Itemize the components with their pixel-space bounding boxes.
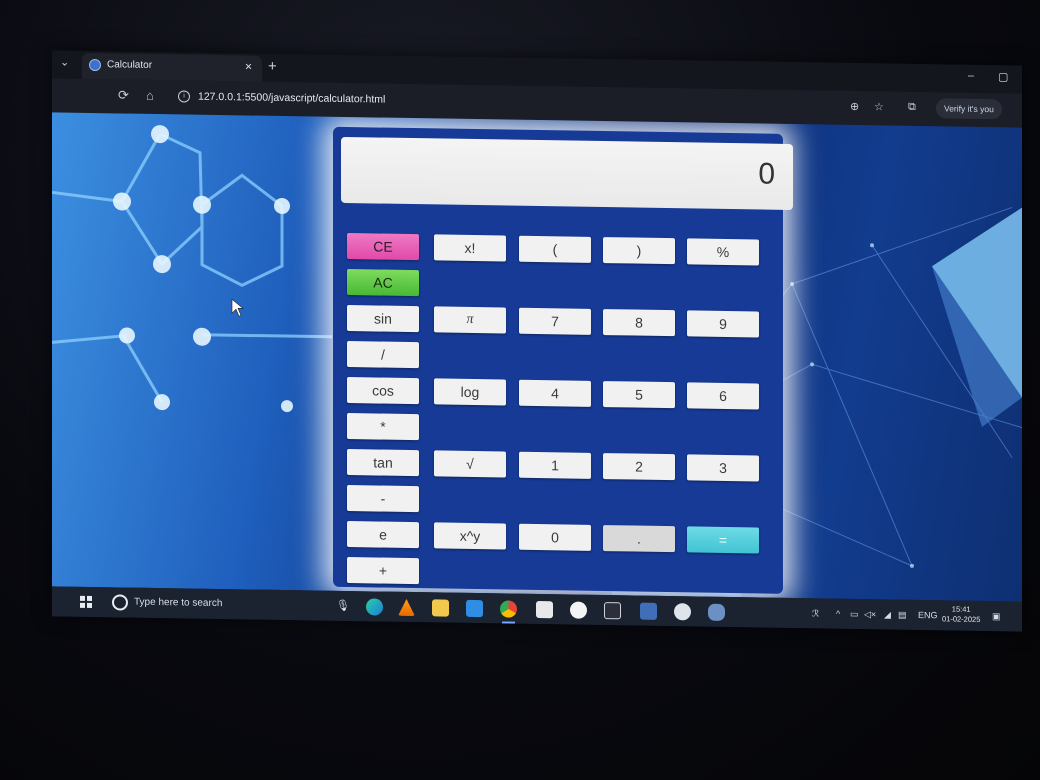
terminal-icon[interactable] (604, 602, 621, 620)
zero-button[interactable]: 0 (519, 523, 591, 551)
home-icon[interactable]: ⌂ (146, 88, 154, 103)
one-button[interactable]: 1 (519, 451, 591, 479)
vscode-icon[interactable] (466, 599, 483, 618)
site-info-icon[interactable]: i (178, 90, 190, 103)
five-button[interactable]: 5 (603, 381, 675, 409)
eight-button[interactable]: 8 (603, 309, 675, 337)
maximize-button[interactable]: ▢ (998, 70, 1008, 83)
minimize-button[interactable]: – (968, 70, 974, 82)
tab-calculator[interactable]: Calculator × (82, 52, 262, 82)
tab-close-button[interactable]: × (245, 59, 252, 73)
notifications-icon[interactable]: ▣ (992, 611, 1001, 622)
windows-start-icon[interactable] (80, 595, 92, 609)
verify-button[interactable]: Verify it's you (936, 98, 1002, 120)
file-explorer-icon[interactable] (432, 599, 449, 617)
github-icon[interactable] (570, 601, 587, 619)
nine-button[interactable]: 9 (687, 310, 759, 338)
zoom-icon[interactable]: ⊕ (850, 100, 859, 113)
edge-icon[interactable] (366, 598, 383, 616)
percent-button[interactable]: % (687, 238, 759, 266)
store-icon[interactable] (536, 600, 553, 619)
divide-button[interactable]: / (347, 341, 419, 369)
page-background: 0 CE x! ( ) % AC sin π 7 8 9 / cos log 4… (52, 112, 1022, 602)
screen: ⌄ Calculator × + – ▢ ✕ ⟳ ⌂ i 127.0.0.1:5… (52, 50, 1022, 632)
url-text[interactable]: 127.0.0.1:5500/javascript/calculator.htm… (198, 91, 385, 106)
minus-button[interactable]: - (347, 485, 419, 513)
plus-button[interactable]: + (347, 557, 419, 585)
three-button[interactable]: 3 (687, 454, 759, 482)
left-paren-button[interactable]: ( (519, 235, 591, 263)
pi-button[interactable]: π (434, 306, 506, 334)
ce-button[interactable]: CE (347, 233, 419, 261)
cos-button[interactable]: cos (347, 377, 419, 405)
extensions-icon[interactable]: ⧉ (908, 101, 916, 114)
log-button[interactable]: log (434, 378, 506, 406)
tray-chevron-icon[interactable]: ^ (836, 609, 840, 619)
bookmark-star-icon[interactable]: ☆ (874, 100, 884, 113)
people-icon[interactable]: ℛ (812, 608, 819, 619)
seven-button[interactable]: 7 (519, 307, 591, 335)
clock-time: 15:41 (951, 604, 971, 614)
right-paren-button[interactable]: ) (603, 237, 675, 265)
tab-title: Calculator (107, 59, 153, 71)
clock[interactable]: 15:41 01-02-2025 (942, 604, 980, 625)
multiply-button[interactable]: * (347, 413, 419, 441)
search-icon[interactable] (112, 594, 128, 611)
postgres-icon[interactable] (708, 603, 725, 621)
calculator-display: 0 (341, 136, 793, 211)
new-tab-button[interactable]: + (268, 58, 277, 75)
globe-icon (89, 58, 101, 72)
six-button[interactable]: 6 (687, 382, 759, 410)
chrome-icon[interactable] (500, 600, 517, 618)
paint-icon[interactable] (640, 602, 657, 620)
battery-icon[interactable]: ▭ (850, 609, 859, 620)
e-button[interactable]: e (347, 521, 419, 549)
sin-button[interactable]: sin (347, 305, 419, 333)
taskbar-search-input[interactable]: Type here to search (134, 597, 222, 609)
reload-icon[interactable]: ⟳ (118, 87, 129, 103)
tan-button[interactable]: tan (347, 449, 419, 477)
four-button[interactable]: 4 (519, 379, 591, 407)
display-value: 0 (758, 157, 775, 191)
microphone-icon[interactable]: 🎙︎ (336, 599, 350, 612)
sqrt-button[interactable]: √ (434, 450, 506, 478)
wifi-icon[interactable]: ◢ (884, 609, 891, 620)
app-icon[interactable] (674, 603, 691, 621)
ac-button[interactable]: AC (347, 269, 419, 297)
power-button[interactable]: x^y (434, 522, 506, 550)
clock-date: 01-02-2025 (942, 614, 981, 624)
volume-icon[interactable]: ◁× (864, 609, 876, 620)
equals-button[interactable]: = (687, 526, 759, 554)
keyboard-icon[interactable]: ▤ (898, 610, 907, 621)
mouse-cursor-icon (231, 298, 244, 317)
language-indicator[interactable]: ENG (918, 610, 938, 620)
vlc-icon[interactable] (398, 599, 415, 616)
factorial-button[interactable]: x! (434, 234, 506, 262)
tab-list-chevron-icon[interactable]: ⌄ (60, 56, 69, 69)
calculator: 0 CE x! ( ) % AC sin π 7 8 9 / cos log 4… (333, 126, 793, 594)
decimal-button[interactable]: . (603, 525, 675, 553)
two-button[interactable]: 2 (603, 453, 675, 481)
